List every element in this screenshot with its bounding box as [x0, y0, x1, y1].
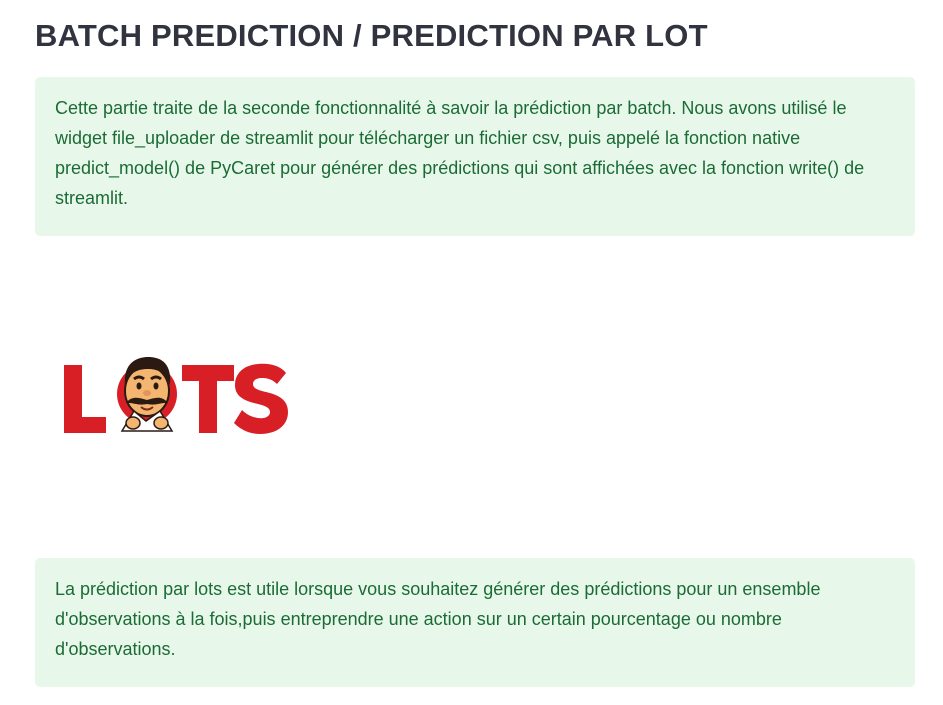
mascot-face-icon	[117, 357, 177, 432]
logo-letter-l	[64, 365, 106, 433]
info-box-batch-usefulness: La prédiction par lots est utile lorsque…	[35, 558, 915, 687]
info-box-batch-description: Cette partie traite de la seconde foncti…	[35, 77, 915, 236]
logo-letter-t	[182, 365, 234, 433]
page-title: BATCH PREDICTION / PREDICTION PAR LOT	[35, 18, 708, 53]
logo-letter-s	[234, 363, 288, 434]
page: BATCH PREDICTION / PREDICTION PAR LOT Ce…	[0, 0, 943, 705]
lots-logo	[64, 357, 288, 434]
